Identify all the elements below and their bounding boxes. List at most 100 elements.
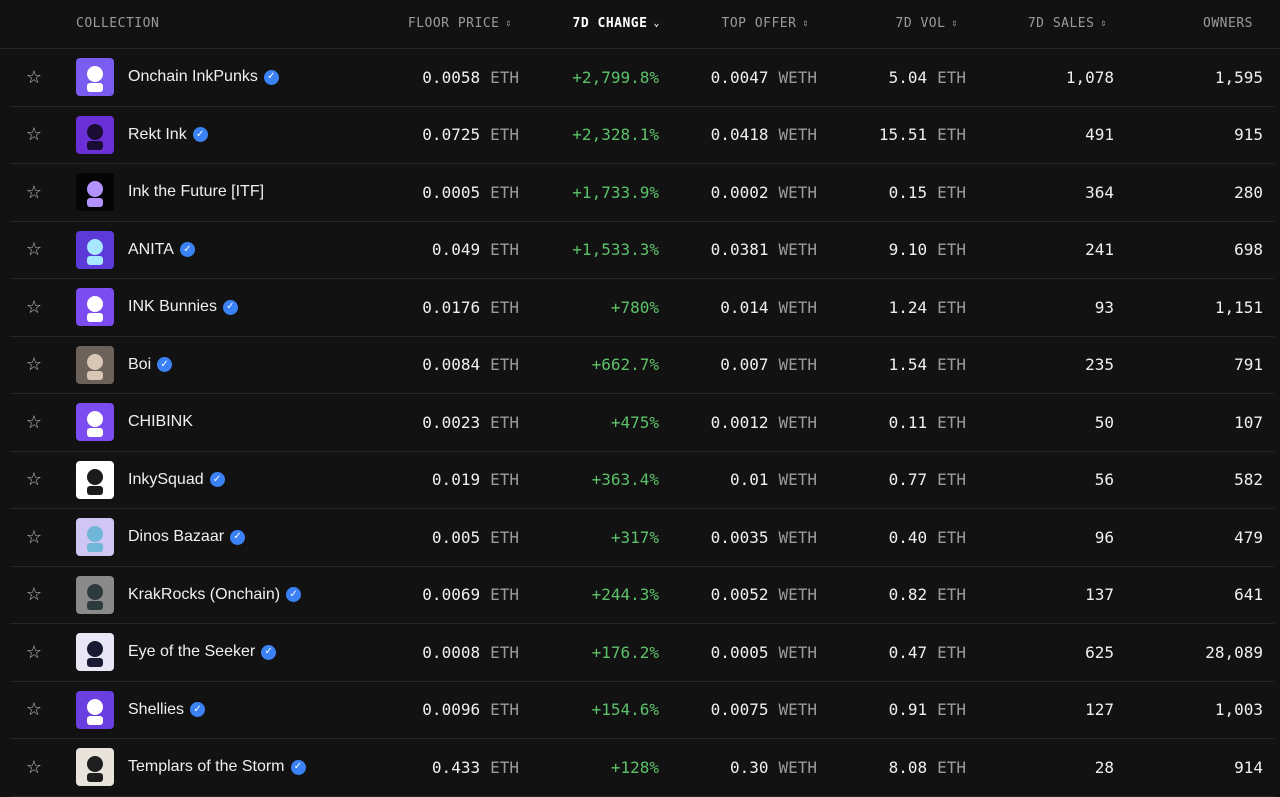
collection-name-text: KrakRocks (Onchain) [128,585,281,603]
floor-price-unit: ETH [490,642,519,662]
collection-name[interactable]: Boi ✓ [128,337,173,393]
column-header-7d-vol[interactable]: 7D VOL ⇕ [896,0,959,48]
floor-price: 0.433 ETH [432,739,519,795]
star-icon[interactable]: ☆ [24,682,44,738]
volume-7d-unit: ETH [937,470,966,489]
floor-price-unit: ETH [490,240,519,259]
column-header-top-offer[interactable]: TOP OFFER ⇕ [722,0,809,48]
top-offer-unit: WETH [778,585,817,604]
star-icon[interactable]: ☆ [24,222,44,278]
table-row[interactable]: ☆ Rekt Ink ✓ 0.0725 ETH +2,328.1% 0.0418… [10,107,1274,164]
floor-price-value: 0.0008 [422,642,481,662]
table-row[interactable]: ☆ Onchain InkPunks ✓ 0.0058 ETH +2,799.8… [10,49,1274,107]
table-row[interactable]: ☆ Shellies ✓ 0.0096 ETH +154.6% 0.0075 W… [10,682,1274,739]
star-icon[interactable]: ☆ [24,337,44,393]
collection-avatar [76,403,114,441]
volume-7d: 15.51 ETH [879,107,966,163]
change-7d-value: +1,733.9% [572,182,659,202]
star-icon[interactable]: ☆ [24,739,44,795]
column-header-collection[interactable]: COLLECTION [76,0,159,48]
collection-name[interactable]: Rekt Ink ✓ [128,107,208,163]
table-row[interactable]: ☆ Dinos Bazaar ✓ 0.005 ETH +317% 0.0035 … [10,509,1274,567]
table-row[interactable]: ☆ Boi ✓ 0.0084 ETH +662.7% 0.007 WETH 1.… [10,337,1274,394]
star-icon[interactable]: ☆ [24,624,44,680]
table-row[interactable]: ☆ Templars of the Storm ✓ 0.433 ETH +128… [10,739,1274,797]
table-row[interactable]: ☆ KrakRocks (Onchain) ✓ 0.0069 ETH +244.… [10,567,1274,624]
volume-7d: 5.04 ETH [889,49,966,105]
floor-price: 0.019 ETH [432,452,519,508]
collection-name-text: INK Bunnies [128,298,217,315]
owners-value: 914 [1234,757,1263,777]
volume-7d: 0.77 ETH [889,452,966,508]
table-row[interactable]: ☆ CHIBINK 0.0023 ETH +475% 0.0012 WETH 0… [10,394,1274,452]
top-offer: 0.0002 WETH [711,164,817,220]
star-icon[interactable]: ☆ [24,164,44,220]
verified-badge-icon: ✓ [179,242,195,257]
collection-name[interactable]: Shellies ✓ [128,682,206,738]
table-body: ☆ Onchain InkPunks ✓ 0.0058 ETH +2,799.8… [0,49,1280,797]
collection-avatar [76,575,114,614]
volume-7d-unit: ETH [937,412,966,432]
collection-name[interactable]: InkySquad ✓ [128,452,225,508]
floor-price-value: 0.433 [431,757,481,777]
collection-name[interactable]: CHIBINK [128,394,193,450]
volume-7d-value: 8.08 [888,757,928,777]
collection-name[interactable]: Ink the Future [ITF] [128,164,264,220]
column-header-7d-change[interactable]: 7D CHANGE ⌄ [573,0,660,48]
star-icon[interactable]: ☆ [24,394,44,450]
top-offer-unit: WETH [778,240,817,259]
column-header-7d-sales[interactable]: 7D SALES ⇕ [1028,0,1107,48]
collection-name[interactable]: Templars of the Storm ✓ [128,739,306,795]
change-7d-value: +475% [610,412,659,432]
verified-badge-icon: ✓ [157,357,173,372]
collection-name[interactable]: Onchain InkPunks ✓ [128,49,279,105]
owners-count: 107 [1234,394,1263,450]
star-icon[interactable]: ☆ [24,107,44,163]
star-icon[interactable]: ☆ [24,452,44,508]
table-row[interactable]: ☆ Eye of the Seeker ✓ 0.0008 ETH +176.2%… [10,624,1274,682]
top-offer-unit: WETH [778,642,817,662]
floor-price-value: 0.0096 [422,700,481,719]
collection-image-icon [76,518,114,556]
table-row[interactable]: ☆ INK Bunnies ✓ 0.0176 ETH +780% 0.014 W… [10,279,1274,337]
collection-name[interactable]: Eye of the Seeker ✓ [128,624,277,680]
floor-price-unit: ETH [490,470,519,489]
top-offer: 0.0052 WETH [711,567,817,623]
sales-7d-value: 28 [1094,757,1114,777]
top-offer-unit: WETH [778,700,817,719]
collection-name[interactable]: KrakRocks (Onchain) ✓ [128,567,302,623]
change-7d-value: +176.2% [591,642,659,662]
table-row[interactable]: ☆ ANITA ✓ 0.049 ETH +1,533.3% 0.0381 WET… [10,222,1274,279]
collection-name[interactable]: ANITA ✓ [128,222,195,278]
top-offer-value: 0.0052 [710,585,769,604]
change-7d: +244.3% [592,567,659,623]
volume-7d-value: 15.51 [878,125,928,144]
top-offer-value: 0.0075 [710,700,769,719]
top-offer-value: 0.01 [729,470,769,489]
floor-price: 0.049 ETH [432,222,519,278]
sales-7d: 491 [1085,107,1114,163]
top-offer: 0.0047 WETH [711,49,817,105]
volume-7d: 9.10 ETH [889,222,966,278]
collection-image-icon [76,173,114,211]
floor-price-value: 0.0058 [422,67,481,87]
floor-price-unit: ETH [490,585,519,604]
volume-7d: 0.82 ETH [889,567,966,623]
top-offer-unit: WETH [778,355,817,374]
collection-avatar [76,690,114,729]
star-icon[interactable]: ☆ [24,567,44,623]
collection-name[interactable]: INK Bunnies ✓ [128,279,238,335]
column-header-floor-price[interactable]: FLOOR PRICE ⇕ [408,0,512,48]
table-row[interactable]: ☆ InkySquad ✓ 0.019 ETH +363.4% 0.01 WET… [10,452,1274,509]
star-icon[interactable]: ☆ [24,279,44,335]
star-icon[interactable]: ☆ [24,49,44,105]
collection-name[interactable]: Dinos Bazaar ✓ [128,509,246,565]
top-offer-value: 0.0047 [710,67,769,87]
change-7d-value: +2,328.1% [572,125,659,144]
volume-7d-unit: ETH [937,757,966,777]
column-header-owners[interactable]: OWNERS [1203,0,1253,48]
table-row[interactable]: ☆ Ink the Future [ITF] 0.0005 ETH +1,733… [10,164,1274,222]
volume-7d: 0.40 ETH [889,509,966,565]
star-icon[interactable]: ☆ [24,509,44,565]
volume-7d-unit: ETH [937,240,966,259]
